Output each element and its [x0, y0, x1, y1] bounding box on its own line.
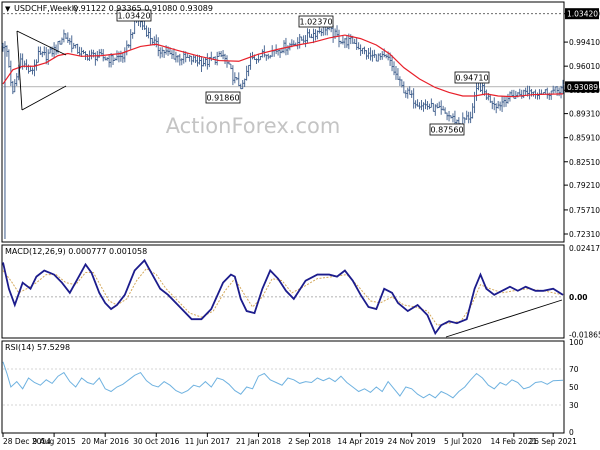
rsi-title: RSI(14) 57.5298 [5, 343, 70, 352]
top-level-tag-text: 1.03420 [567, 10, 598, 19]
ma-line [2, 34, 564, 98]
price-axis-label: 0.96010 [569, 62, 600, 71]
rsi-axis-label: 30 [569, 401, 579, 410]
rsi-panel-frame [1, 340, 565, 434]
macd-panel-frame [1, 244, 565, 339]
symbol-label: USDCHF,Weekly [14, 4, 79, 13]
x-axis-label: 24 Nov 2019 [388, 437, 436, 446]
ohlc-readout: 0.91122 0.93365 0.91080 0.93089 [73, 4, 213, 13]
x-axis-label: 9 Aug 2015 [32, 437, 75, 446]
annotation-label: 0.91860 [206, 94, 239, 103]
rsi-axis-label: 70 [569, 365, 579, 374]
menu-triangle-icon[interactable]: ▼ [5, 5, 11, 13]
triangle-lower-line [21, 85, 67, 111]
triangle-upper-line [16, 30, 67, 56]
price-axis-label: 0.89310 [569, 110, 600, 119]
price-axis-label: 0.75710 [569, 206, 600, 215]
price-axis-label: 0.82510 [569, 158, 600, 167]
rsi-axis-label: 100 [569, 338, 584, 347]
macd-title: MACD(12,26,9) 0.000777 0.001058 [5, 247, 147, 256]
macd-trend-line [445, 299, 563, 338]
x-axis-label: 5 Jul 2020 [444, 437, 482, 446]
macd-axis-label: 0.024174 [569, 244, 600, 253]
macd-axis-label: 0.00 [569, 293, 588, 302]
x-axis-label: 21 Jan 2018 [236, 437, 281, 446]
rsi-line [2, 361, 564, 399]
rsi-axis-label: 50 [569, 383, 579, 392]
price-axis-label: 0.85910 [569, 134, 600, 143]
triangle-left-line [16, 30, 23, 111]
price-axis-label: 0.79210 [569, 181, 600, 190]
watermark-text: ActionForex.com [166, 114, 341, 138]
x-axis-label: 26 Sep 2021 [529, 437, 577, 446]
rsi-series [2, 361, 564, 399]
moving-average-line [2, 34, 564, 98]
annotation-label: 0.87560 [430, 126, 463, 135]
x-axis-label: 14 Apr 2019 [337, 437, 384, 446]
x-axis-label: 2 Sep 2018 [288, 437, 331, 446]
annotation-label: 0.94710 [455, 74, 488, 83]
x-axis-label: 11 Jun 2017 [185, 437, 230, 446]
chart-canvas: ActionForex.com 1.03420 1.02370 0.91860 0.9… [1, 1, 600, 446]
annotation-label: 1.02370 [299, 18, 332, 27]
x-axis-label: 20 Mar 2016 [81, 437, 129, 446]
current-price-tag-text: 0.93089 [567, 83, 598, 92]
price-axis-label: 0.99410 [569, 38, 600, 47]
x-axis-label: 30 Oct 2016 [133, 437, 180, 446]
rsi-axis-label: 0 [569, 428, 574, 437]
price-axis-label: 0.72310 [569, 230, 600, 239]
axis-labels: 28 Dec 20149 Aug 2015 20 Mar 2016 30 Oct 2… [2, 8, 600, 446]
